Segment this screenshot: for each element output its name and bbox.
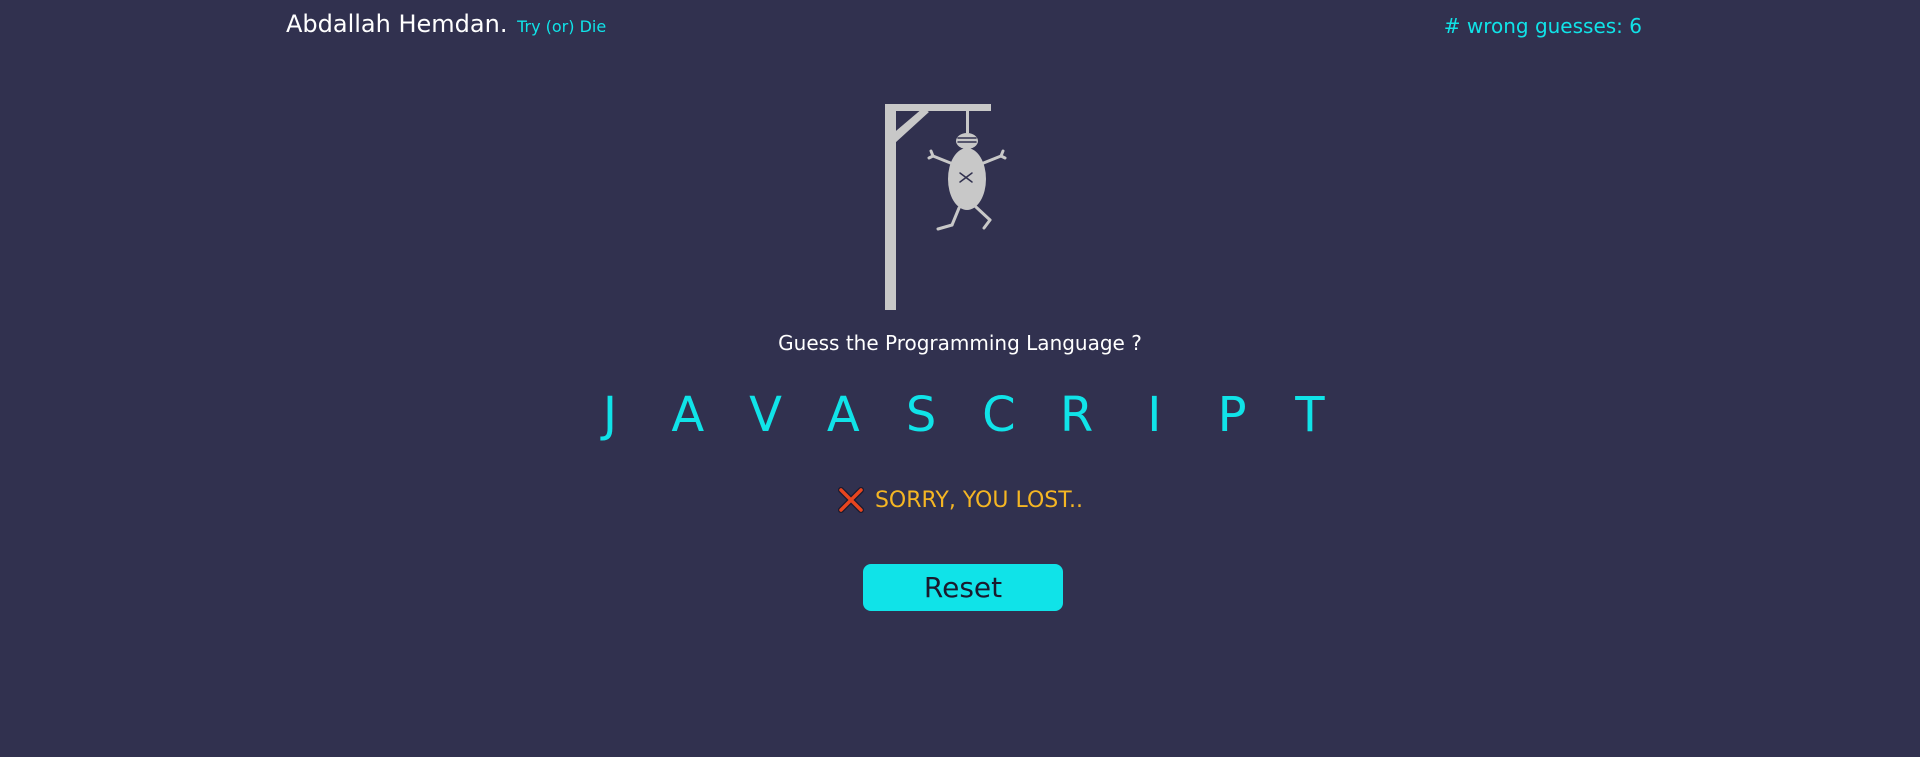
word-letter: A	[826, 387, 860, 443]
hanged-man-icon	[927, 133, 1007, 231]
word-letter: C	[982, 387, 1016, 443]
word-letter: P	[1217, 387, 1247, 443]
word-letter: J	[602, 387, 618, 443]
cross-icon	[837, 487, 864, 513]
word-letter: R	[1059, 387, 1094, 443]
game-result: SORRY, YOU LOST..	[0, 486, 1920, 514]
word-display: J A V A S C R I P T	[590, 383, 1330, 447]
word-letter: S	[905, 387, 937, 443]
reset-button[interactable]: Reset	[863, 564, 1063, 611]
brand: Abdallah Hemdan. Try (or) Die	[286, 10, 606, 38]
word-letter: T	[1295, 387, 1325, 443]
hangman-figure-icon	[885, 104, 1007, 310]
word-letter: A	[671, 387, 705, 443]
brand-tagline: Try (or) Die	[517, 17, 607, 36]
brand-name: Abdallah Hemdan.	[286, 10, 508, 38]
game-prompt: Guess the Programming Language ?	[778, 331, 1142, 355]
word-letter: V	[749, 387, 782, 443]
wrong-guesses-counter: # wrong guesses: 6	[1443, 14, 1642, 38]
hangman-page: Abdallah Hemdan. Try (or) Die # wrong gu…	[0, 0, 1920, 757]
result-message: SORRY, YOU LOST..	[874, 487, 1084, 513]
word-letter: I	[1147, 387, 1162, 443]
